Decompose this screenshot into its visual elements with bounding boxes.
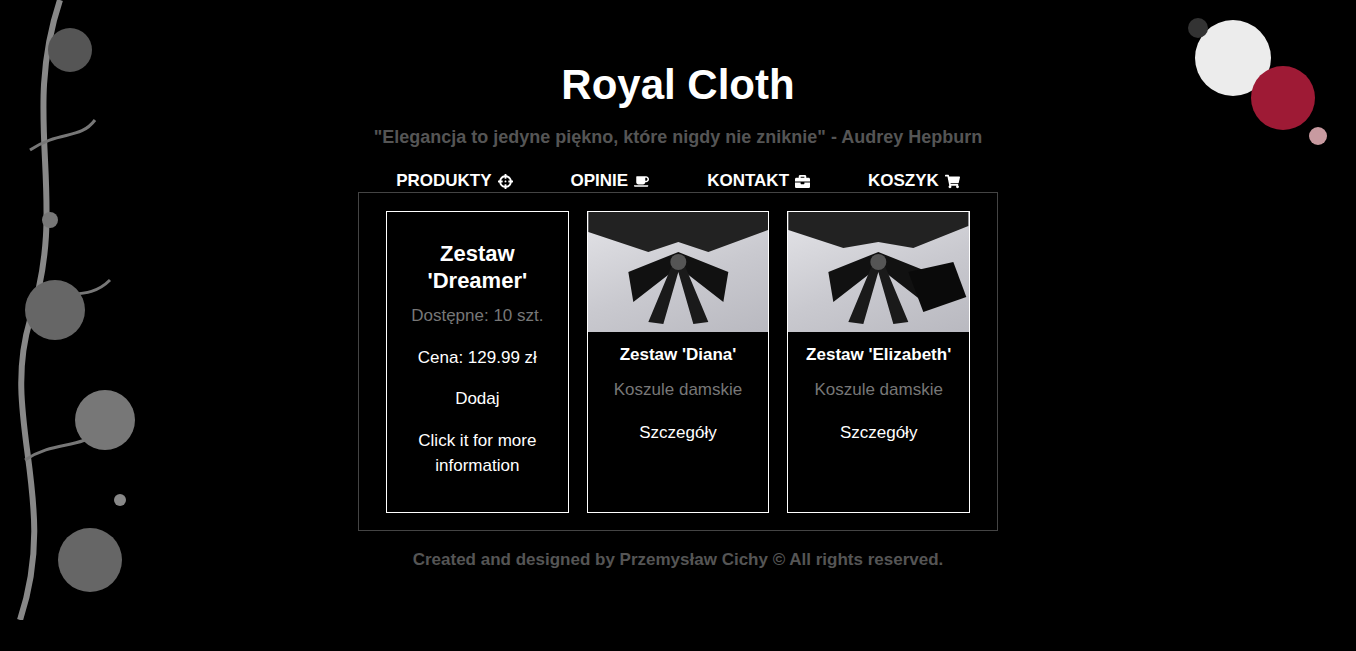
cart-icon — [945, 174, 960, 189]
product-photo — [788, 212, 969, 332]
product-title: Zestaw 'Elizabeth' — [806, 344, 951, 366]
product-photo — [588, 212, 769, 332]
nav-item[interactable]: KONTAKT — [707, 170, 810, 192]
bow-icon — [788, 212, 969, 332]
product-card[interactable]: Zestaw 'Dreamer' Dostępne: 10 szt. Cena: 1… — [386, 211, 569, 513]
site-quote: "Elegancja to jedyne piękno, które nigdy… — [374, 125, 983, 149]
main-nav: PRODUKTY OPINIE KONTAKT KOSZYK — [396, 170, 960, 192]
site-title: Royal Cloth — [561, 60, 794, 110]
crosshairs-icon — [498, 174, 513, 189]
coffee-icon — [634, 174, 649, 189]
roses-icon — [1178, 8, 1338, 158]
details-button[interactable]: Szczegóły — [840, 422, 917, 444]
details-button[interactable]: Szczegóły — [639, 422, 716, 444]
product-title: Zestaw 'Dreamer' — [399, 240, 556, 294]
products-panel: Zestaw 'Dreamer' Dostępne: 10 szt. Cena: 1… — [358, 192, 998, 531]
bow-icon — [588, 212, 769, 332]
nav-item[interactable]: PRODUKTY — [396, 170, 512, 192]
nav-item[interactable]: KOSZYK — [868, 170, 960, 192]
product-title: Zestaw 'Diana' — [620, 344, 737, 366]
nav-item[interactable]: OPINIE — [571, 170, 650, 192]
add-button[interactable]: Dodaj — [455, 388, 499, 410]
product-availability: Dostępne: 10 szt. — [411, 305, 543, 327]
briefcase-icon — [795, 174, 810, 189]
product-card[interactable]: Zestaw 'Diana' Koszule damskie Szczegóły — [587, 211, 770, 513]
rose-vine-icon — [0, 0, 165, 620]
product-hint: Click it for more information — [399, 428, 556, 478]
product-card[interactable]: Zestaw 'Elizabeth' Koszule damskie Szczegó… — [787, 211, 970, 513]
page: Royal Cloth "Elegancja to jedyne piękno, … — [0, 0, 1356, 651]
product-category: Koszule damskie — [614, 379, 743, 401]
product-price: Cena: 129.99 zł — [418, 345, 537, 370]
product-category: Koszule damskie — [814, 379, 943, 401]
footer: Created and designed by Przemysław Cichy… — [413, 548, 944, 572]
